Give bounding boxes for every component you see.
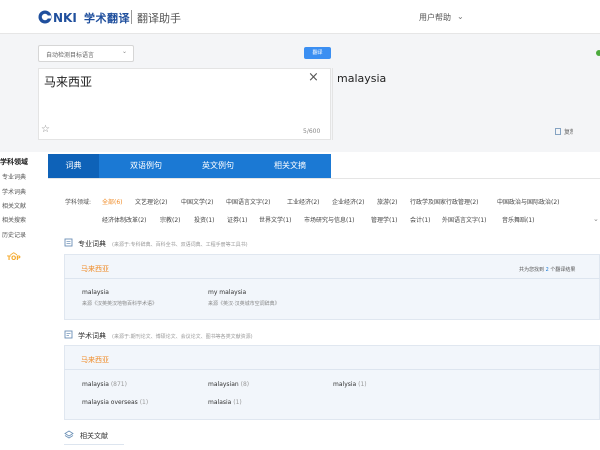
- domain-tag[interactable]: 世界文学(1): [259, 215, 292, 224]
- char-counter: 5/600: [303, 128, 321, 135]
- domain-label: 学科领域:: [65, 199, 92, 206]
- acad-dict-headword[interactable]: 马来西亚: [81, 355, 109, 365]
- rail-item-related-docs[interactable]: 相关文献: [2, 201, 26, 210]
- pro-dict-card: [64, 254, 600, 320]
- tab-english-examples[interactable]: 英文例句: [190, 154, 246, 178]
- pro-dict-term[interactable]: malaysia: [82, 289, 109, 296]
- domain-tag[interactable]: 工业经济(2): [287, 197, 320, 206]
- rail-item-acad-dict[interactable]: 学术词典: [2, 187, 26, 196]
- card-divider: [64, 278, 600, 279]
- acad-dict-card: [64, 345, 600, 420]
- expand-chevron-icon[interactable]: ⌄: [593, 215, 599, 223]
- domain-tag[interactable]: 中国语言文字(2): [226, 197, 271, 206]
- target-text: malaysia: [337, 72, 387, 85]
- acad-dict-term[interactable]: malaysian (8): [208, 381, 249, 388]
- tab-dictionary[interactable]: 词典: [48, 154, 99, 178]
- domain-tag[interactable]: 文艺理论(2): [135, 197, 168, 206]
- star-icon[interactable]: ☆: [41, 124, 50, 135]
- section-title-pro-dict: 专业词典: [78, 240, 106, 248]
- logo-text[interactable]: 学术翻译: [84, 10, 130, 26]
- domain-tag[interactable]: 投资(1): [194, 215, 215, 224]
- tab-related-abstracts[interactable]: 相关文摘: [262, 154, 318, 178]
- domain-tag[interactable]: 市场研究与信息(1): [304, 215, 355, 224]
- cnki-logo-icon[interactable]: NKI: [38, 9, 82, 25]
- pro-dict-headword[interactable]: 马来西亚: [81, 264, 109, 274]
- section-source-pro-dict: (来源于:专科辞典、百科全书、双语词典、工程手册等工具书): [112, 242, 248, 248]
- translate-button[interactable]: 翻译: [304, 47, 331, 59]
- rail-item-history[interactable]: 历史记录: [2, 230, 26, 239]
- domain-tag[interactable]: 宗教(2): [160, 215, 181, 224]
- app-name: 翻译助手: [137, 12, 181, 25]
- copy-icon[interactable]: [555, 128, 562, 135]
- section-title-related-docs: 相关文献: [80, 432, 108, 440]
- acad-dict-term[interactable]: malasia (1): [208, 399, 242, 406]
- rail-title[interactable]: 学科领域: [0, 157, 28, 167]
- acad-dict-term[interactable]: malysia (1): [333, 381, 367, 388]
- layers-icon: [64, 430, 74, 439]
- status-dot-icon: [596, 50, 600, 56]
- back-to-top-button[interactable]: ︿ TOP: [7, 249, 21, 263]
- card-divider: [64, 369, 600, 370]
- acad-dict-term[interactable]: malaysia overseas (1): [82, 399, 148, 406]
- rail-item-pro-dict[interactable]: 专业词典: [2, 172, 26, 181]
- book-icon: [64, 238, 73, 247]
- section-underline: [64, 444, 124, 445]
- rail-item-related-search[interactable]: 相关搜索: [2, 215, 26, 224]
- tab-bilingual-examples[interactable]: 双语例句: [118, 154, 174, 178]
- domain-tag[interactable]: 会计(1): [410, 215, 431, 224]
- document-icon: [64, 330, 73, 339]
- section-title-acad-dict: 学术词典: [78, 332, 106, 340]
- domain-tag[interactable]: 行政学及国家行政管理(2): [410, 197, 479, 206]
- svg-text:NKI: NKI: [53, 11, 77, 25]
- result-count-text: 共为您找到 2 个翻译结果: [519, 267, 576, 273]
- chevron-down-icon[interactable]: ⌄: [122, 48, 127, 55]
- clear-icon[interactable]: ×: [308, 70, 319, 85]
- chevron-down-icon[interactable]: ⌄: [457, 12, 464, 21]
- domain-tag[interactable]: 经济体制改革(2): [102, 215, 147, 224]
- domain-tag[interactable]: 全部(6): [102, 197, 123, 206]
- language-select[interactable]: 自动检测目标语言: [38, 45, 134, 62]
- pro-dict-term-source[interactable]: 来源《英汉·汉英城市空调辞典》: [208, 300, 280, 307]
- pro-dict-term-source[interactable]: 来源《汉英英汉地物百科学术语》: [82, 300, 157, 307]
- source-text[interactable]: 马来西亚: [44, 73, 92, 90]
- domain-tag[interactable]: 中国文学(2): [181, 197, 214, 206]
- logo-divider: [131, 10, 132, 24]
- user-help-menu[interactable]: 用户帮助: [419, 12, 451, 23]
- pro-dict-term[interactable]: my malaysia: [208, 289, 246, 296]
- domain-tag[interactable]: 旅游(2): [377, 197, 398, 206]
- domain-tag[interactable]: 证券(1): [227, 215, 248, 224]
- domain-tag[interactable]: 外国语言文字(1): [442, 215, 487, 224]
- domain-tag[interactable]: 企业经济(2): [332, 197, 365, 206]
- domain-tag[interactable]: 管理学(1): [371, 215, 398, 224]
- domain-tag[interactable]: 音乐舞蹈(1): [502, 215, 535, 224]
- tab-divider: [48, 178, 600, 179]
- acad-dict-term[interactable]: malaysia (871): [82, 381, 127, 388]
- domain-tag[interactable]: 中国政治与国际政治(2): [497, 197, 560, 206]
- section-source-acad-dict: (来源于:期刊论文、博硕论文、会议论文、图书等各类文献资源): [112, 334, 253, 340]
